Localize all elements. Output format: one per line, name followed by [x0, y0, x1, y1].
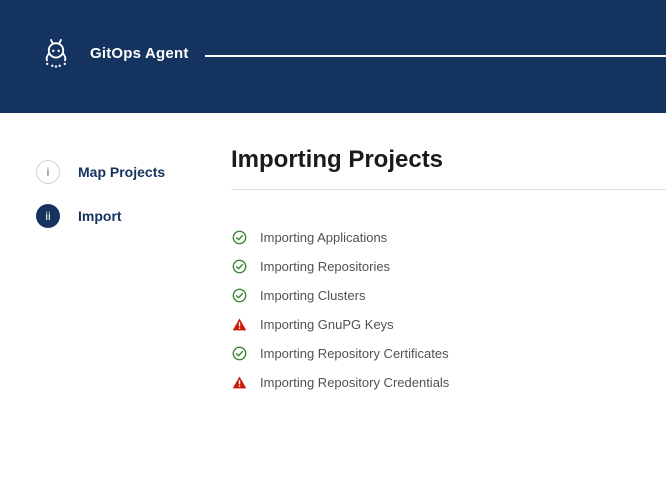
step-1-indicator-icon: i	[36, 160, 60, 184]
status-row: Importing Clusters	[231, 281, 666, 310]
octopus-logo-icon	[40, 37, 72, 71]
check-circle-icon	[231, 287, 247, 303]
brand-title: GitOps Agent	[90, 45, 189, 62]
warning-triangle-icon	[231, 374, 247, 390]
check-circle-icon	[231, 229, 247, 245]
header-divider	[205, 55, 666, 57]
step-import[interactable]: ii Import	[36, 204, 226, 228]
status-row: Importing Repository Certificates	[231, 339, 666, 368]
step-map-projects[interactable]: i Map Projects	[36, 160, 226, 184]
check-circle-icon	[231, 345, 247, 361]
warning-triangle-icon	[231, 316, 247, 332]
main-content: Importing Projects Importing Application…	[231, 146, 666, 397]
status-label: Importing Applications	[260, 230, 387, 245]
header: GitOps Agent	[0, 0, 666, 113]
page-title: Importing Projects	[231, 146, 666, 175]
step-1-label: Map Projects	[78, 164, 165, 180]
status-label: Importing GnuPG Keys	[260, 317, 394, 332]
status-row: Importing Applications	[231, 223, 666, 252]
import-status-list: Importing Applications Importing Reposit…	[231, 223, 666, 397]
check-circle-icon	[231, 258, 247, 274]
step-2-label: Import	[78, 208, 122, 224]
status-row: Importing Repository Credentials	[231, 368, 666, 397]
status-label: Importing Clusters	[260, 288, 365, 303]
status-label: Importing Repository Credentials	[260, 375, 449, 390]
step-2-indicator-icon: ii	[36, 204, 60, 228]
status-label: Importing Repositories	[260, 259, 390, 274]
wizard-stepper: i Map Projects ii Import	[36, 160, 226, 228]
status-label: Importing Repository Certificates	[260, 346, 449, 361]
status-row: Importing Repositories	[231, 252, 666, 281]
title-divider	[231, 189, 666, 190]
status-row: Importing GnuPG Keys	[231, 310, 666, 339]
